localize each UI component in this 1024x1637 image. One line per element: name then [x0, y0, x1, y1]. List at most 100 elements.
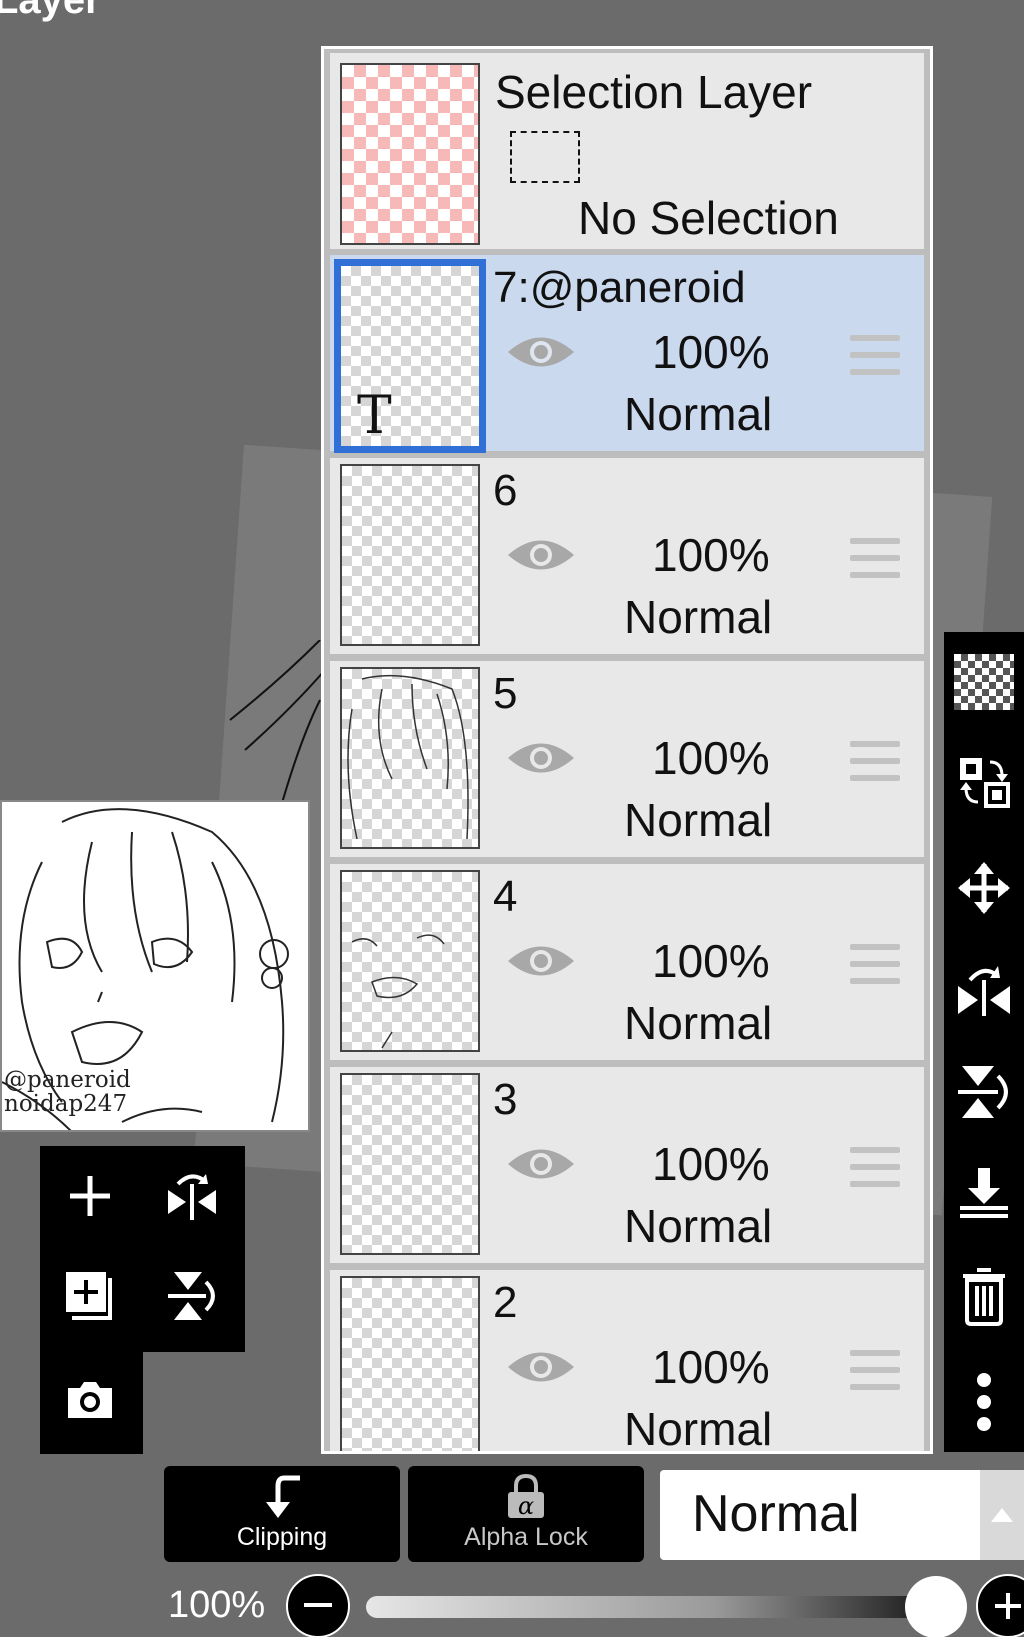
add-layer-icon — [66, 1272, 112, 1320]
plus-icon — [995, 1593, 1021, 1619]
right-toolbar — [944, 632, 1024, 1452]
layer-opacity: 100% — [652, 732, 770, 784]
trash-icon — [963, 1268, 1005, 1326]
layer-blend-mode: Normal — [624, 388, 773, 440]
layer-thumbnail — [340, 464, 480, 646]
layer-opacity: 100% — [652, 1341, 770, 1393]
layer-opacity: 100% — [652, 326, 770, 378]
layer-5-sketch — [347, 674, 469, 840]
layer-row-7[interactable]: T 7:@paneroid 100% Normal — [330, 255, 924, 453]
clipping-button[interactable]: Clipping — [164, 1466, 400, 1562]
flip-vertical-button[interactable] — [152, 1256, 232, 1336]
blend-mode-select[interactable]: Normal — [660, 1470, 1024, 1560]
flip-horizontal-icon — [958, 966, 1010, 1016]
layer-name: 7:@paneroid — [493, 263, 746, 312]
camera-button[interactable] — [50, 1360, 130, 1440]
alpha-lock-label: Alpha Lock — [464, 1523, 588, 1551]
selection-marquee-icon — [510, 131, 580, 183]
more-button[interactable] — [944, 1362, 1024, 1442]
selection-layer-thumbnail — [340, 63, 480, 245]
add-layer-button[interactable] — [50, 1156, 130, 1236]
flip-horizontal-icon — [168, 1174, 216, 1220]
eye-icon[interactable] — [506, 1143, 576, 1185]
layer-blend-mode: Normal — [624, 591, 773, 643]
move-icon — [958, 862, 1010, 914]
layer-opacity: 100% — [652, 1138, 770, 1190]
alpha-lock-button[interactable]: α Alpha Lock — [408, 1466, 644, 1562]
layer-blend-mode: Normal — [624, 997, 773, 1049]
watermark-line-2: noidap247 — [4, 1091, 128, 1117]
layer-row-2[interactable]: 2 100% Normal — [330, 1270, 924, 1451]
lock-icon: α — [508, 1474, 544, 1520]
layer-opacity: 100% — [652, 935, 770, 987]
opacity-decrease-button[interactable] — [286, 1574, 350, 1637]
svg-text:α: α — [518, 1492, 534, 1520]
drag-handle-icon[interactable] — [850, 538, 900, 582]
layer-name: 5 — [493, 669, 518, 718]
swap-layer-button[interactable] — [944, 742, 1024, 822]
camera-icon — [68, 1382, 112, 1418]
layer-thumbnail — [340, 667, 480, 849]
layer-thumbnail — [340, 1073, 480, 1255]
layer-row-6[interactable]: 6 100% Normal — [330, 458, 924, 654]
layer-thumbnail — [340, 1276, 480, 1451]
watermark-line-1: @paneroid — [4, 1067, 131, 1093]
move-button[interactable] — [944, 848, 1024, 928]
chevron-up-icon — [991, 1508, 1013, 1522]
eye-icon[interactable] — [506, 737, 576, 779]
selection-layer-row[interactable]: Selection Layer No Selection — [330, 53, 924, 249]
transparency-icon — [954, 654, 1014, 710]
layer-name: 2 — [493, 1278, 518, 1327]
layer-name: 6 — [493, 466, 518, 515]
drag-handle-icon[interactable] — [850, 741, 900, 785]
clipping-icon — [266, 1475, 300, 1518]
drag-handle-icon[interactable] — [850, 944, 900, 988]
drag-handle-icon[interactable] — [850, 1147, 900, 1191]
selection-status: No Selection — [578, 192, 839, 244]
layer-row-3[interactable]: 3 100% Normal — [330, 1067, 924, 1263]
layer-4-sketch — [351, 934, 445, 1049]
opacity-label: 100% — [168, 1584, 266, 1626]
opacity-slider[interactable] — [366, 1596, 946, 1618]
drag-handle-icon[interactable] — [850, 1350, 900, 1394]
selection-layer-title: Selection Layer — [495, 66, 813, 118]
flip-vertical-button[interactable] — [944, 1052, 1024, 1132]
flip-horizontal-button[interactable] — [944, 950, 1024, 1030]
blend-mode-dropdown-toggle[interactable] — [980, 1470, 1024, 1560]
plus-icon — [70, 1176, 110, 1216]
watermark-text: @paneroid noidap247 — [4, 1068, 131, 1116]
layer-name: 4 — [493, 872, 518, 921]
merge-down-button[interactable] — [944, 1152, 1024, 1232]
add-layer-copy-button[interactable] — [50, 1256, 130, 1336]
layer-thumbnail: T — [334, 259, 486, 453]
eye-icon[interactable] — [506, 1346, 576, 1388]
minus-icon — [304, 1603, 332, 1607]
layer-blend-mode: Normal — [624, 1200, 773, 1252]
transparency-button[interactable] — [944, 642, 1024, 722]
canvas-preview[interactable]: @paneroid noidap247 — [0, 800, 310, 1132]
flip-vertical-icon — [168, 1272, 215, 1320]
flip-vertical-icon — [958, 1066, 1008, 1118]
layer-row-5[interactable]: 5 100% Normal — [330, 661, 924, 857]
merge-down-icon — [960, 1168, 1008, 1218]
eye-icon[interactable] — [506, 331, 576, 373]
header-title: Layer — [0, 0, 101, 22]
delete-layer-button[interactable] — [944, 1256, 1024, 1336]
flip-horizontal-button[interactable] — [152, 1156, 232, 1236]
drag-handle-icon[interactable] — [850, 335, 900, 379]
swap-layer-icon — [960, 758, 1010, 808]
eye-icon[interactable] — [506, 940, 576, 982]
layer-opacity: 100% — [652, 529, 770, 581]
opacity-slider-knob[interactable] — [905, 1576, 967, 1637]
more-icon — [977, 1373, 991, 1431]
text-layer-mark: T — [357, 386, 392, 446]
canvas-sketch — [229, 640, 326, 810]
layer-name: 3 — [493, 1075, 518, 1124]
blend-mode-value: Normal — [692, 1485, 860, 1543]
layer-row-4[interactable]: 4 100% Normal — [330, 864, 924, 1060]
layer-panel: Selection Layer No Selection T 7:@panero… — [321, 46, 933, 1454]
layer-thumbnail — [340, 870, 480, 1052]
layer-blend-mode: Normal — [624, 794, 773, 846]
opacity-increase-button[interactable] — [976, 1574, 1024, 1637]
eye-icon[interactable] — [506, 534, 576, 576]
